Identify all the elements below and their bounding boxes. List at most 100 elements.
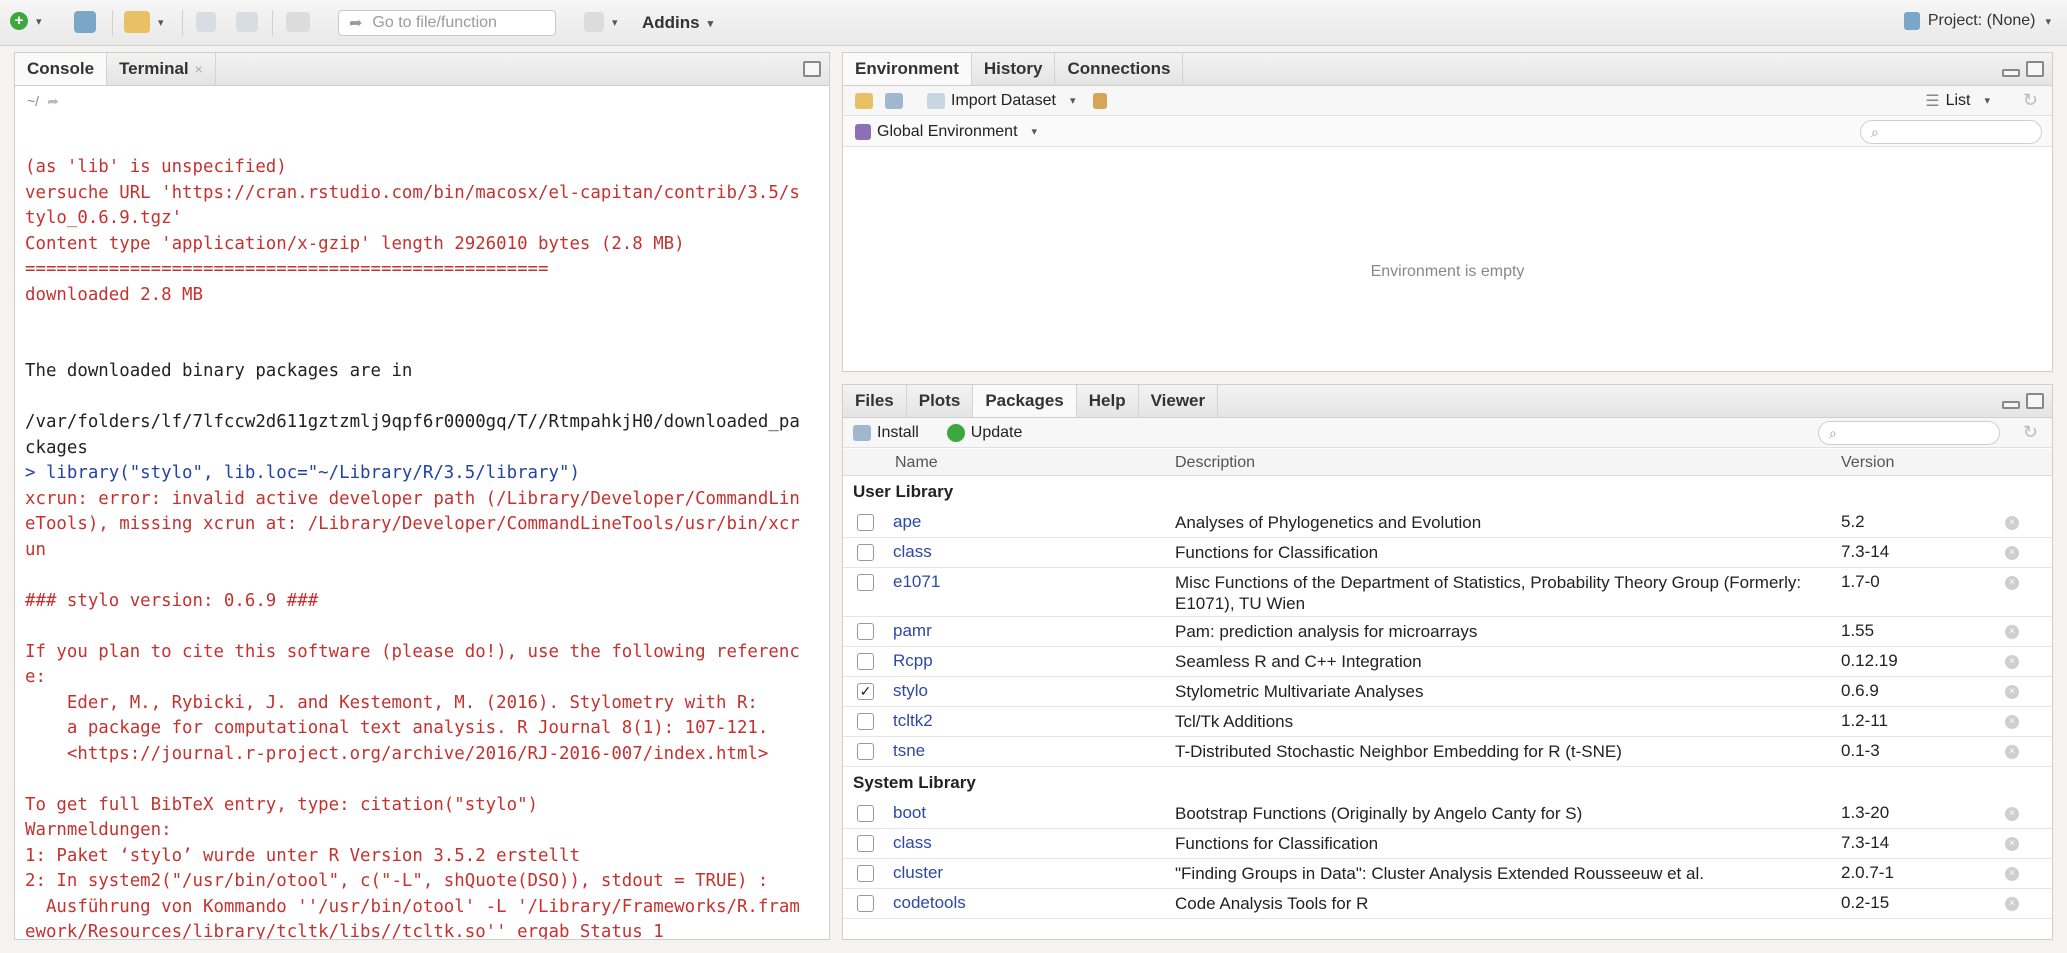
column-header-version[interactable]: Version <box>1841 454 1894 472</box>
tab-connections[interactable]: Connections <box>1055 53 1184 85</box>
package-checkbox[interactable]: ✓ <box>857 683 874 700</box>
package-name-link[interactable]: tcltk2 <box>893 711 933 731</box>
package-checkbox[interactable] <box>857 805 874 822</box>
package-checkbox[interactable] <box>857 743 874 760</box>
remove-package-icon[interactable]: × <box>2005 516 2019 530</box>
maximize-button[interactable] <box>803 61 821 77</box>
remove-package-icon[interactable]: × <box>2005 897 2019 911</box>
package-name-link[interactable]: Rcpp <box>893 651 933 671</box>
chevron-down-icon: ▾ <box>36 15 42 28</box>
save-button[interactable] <box>196 12 216 32</box>
remove-package-icon[interactable]: × <box>2005 867 2019 881</box>
tab-help[interactable]: Help <box>1077 385 1139 417</box>
global-environment-menu[interactable]: Global Environment ▾ <box>855 123 1037 141</box>
remove-package-icon[interactable]: × <box>2005 807 2019 821</box>
tab-environment[interactable]: Environment <box>843 53 972 85</box>
maximize-button[interactable] <box>2026 61 2044 77</box>
new-project-button[interactable] <box>74 11 96 33</box>
environment-search-input[interactable]: ⌕ <box>1860 120 2042 144</box>
install-button[interactable]: Install <box>853 424 919 442</box>
broom-icon[interactable] <box>1093 92 1108 109</box>
package-description: Functions for Classification <box>1175 543 1379 562</box>
column-header-name[interactable]: Name <box>895 454 938 472</box>
package-checkbox[interactable] <box>857 653 874 670</box>
console-tabbar: Console Terminal × <box>15 53 829 86</box>
package-name-link[interactable]: pamr <box>893 621 932 641</box>
minimize-button[interactable] <box>2002 69 2020 77</box>
console-line: downloaded 2.8 MB <box>25 284 203 305</box>
package-checkbox[interactable] <box>857 623 874 640</box>
update-icon <box>946 423 965 442</box>
tab-packages[interactable]: Packages <box>973 385 1077 417</box>
package-checkbox[interactable] <box>857 713 874 730</box>
package-name-link[interactable]: stylo <box>893 681 928 701</box>
console-line: To get full BibTeX entry, type: citation… <box>25 794 539 815</box>
addins-menu[interactable]: Addins ▾ <box>642 13 713 33</box>
close-icon[interactable]: × <box>195 61 203 77</box>
grid-icon <box>584 12 604 32</box>
global-environment-label: Global Environment <box>877 122 1018 140</box>
package-name-link[interactable]: e1071 <box>893 572 940 592</box>
console-line: Ausführung von Kommando ''/usr/bin/otool… <box>25 896 800 917</box>
grid-layout-button[interactable]: ▾ <box>584 12 618 32</box>
save-all-button[interactable] <box>236 12 258 32</box>
package-name-link[interactable]: ape <box>893 512 921 532</box>
open-file-button[interactable]: ▾ <box>124 11 164 33</box>
install-icon <box>853 424 871 441</box>
chevron-down-icon: ▾ <box>1031 126 1038 138</box>
remove-package-icon[interactable]: × <box>2005 745 2019 759</box>
new-file-button[interactable]: + ▾ <box>10 12 42 30</box>
package-name-link[interactable]: class <box>893 833 932 853</box>
install-label: Install <box>877 423 919 441</box>
tab-files[interactable]: Files <box>843 385 907 417</box>
tab-history[interactable]: History <box>972 53 1056 85</box>
window-controls <box>2002 61 2044 77</box>
remove-package-icon[interactable]: × <box>2005 655 2019 669</box>
refresh-icon[interactable]: ↻ <box>2023 422 2038 443</box>
remove-package-icon[interactable]: × <box>2005 625 2019 639</box>
print-button[interactable] <box>286 12 310 32</box>
remove-package-icon[interactable]: × <box>2005 715 2019 729</box>
package-name-link[interactable]: boot <box>893 803 926 823</box>
import-dataset-button[interactable]: Import Dataset ▾ <box>927 92 1075 110</box>
minimize-button[interactable] <box>2002 401 2020 409</box>
tab-viewer[interactable]: Viewer <box>1139 385 1219 417</box>
list-label: List <box>1945 91 1971 109</box>
list-view-button[interactable]: ☰ List ▾ <box>1925 91 1990 111</box>
column-header-description[interactable]: Description <box>1175 454 1255 472</box>
remove-package-icon[interactable]: × <box>2005 546 2019 560</box>
goto-file-input[interactable]: ➦ Go to file/function <box>338 10 556 36</box>
refresh-icon[interactable]: ↻ <box>2023 90 2038 111</box>
package-checkbox[interactable] <box>857 544 874 561</box>
console-output[interactable]: (as 'lib' is unspecified) versuche URL 'h… <box>25 125 825 939</box>
load-workspace-icon[interactable] <box>855 92 873 109</box>
chevron-down-icon: ▾ <box>1984 95 1990 107</box>
package-checkbox[interactable] <box>857 895 874 912</box>
tab-console[interactable]: Console <box>15 53 108 85</box>
tab-plots[interactable]: Plots <box>907 385 974 417</box>
package-name-link[interactable]: tsne <box>893 741 925 761</box>
remove-package-icon[interactable]: × <box>2005 837 2019 851</box>
package-checkbox[interactable] <box>857 865 874 882</box>
package-checkbox[interactable] <box>857 574 874 591</box>
packages-search-input[interactable]: ⌕ <box>1818 421 2000 445</box>
package-name-link[interactable]: cluster <box>893 863 943 883</box>
packages-pane: Files Plots Packages Help Viewer Install… <box>842 384 2053 940</box>
save-workspace-icon[interactable] <box>885 92 903 109</box>
package-checkbox[interactable] <box>857 835 874 852</box>
project-menu[interactable]: Project: (None) ▾ <box>1903 12 2051 30</box>
package-row-cluster: cluster "Finding Groups in Data": Cluster… <box>843 859 2052 889</box>
remove-package-icon[interactable]: × <box>2005 685 2019 699</box>
package-name-link[interactable]: codetools <box>893 893 966 913</box>
package-name-link[interactable]: class <box>893 542 932 562</box>
package-checkbox[interactable] <box>857 514 874 531</box>
update-button[interactable]: Update <box>946 423 1022 442</box>
arrow-right-icon[interactable]: ➦ <box>47 93 59 110</box>
tab-terminal[interactable]: Terminal × <box>107 53 216 85</box>
maximize-button[interactable] <box>2026 393 2044 409</box>
project-icon <box>74 11 96 33</box>
library-group-header: User Library <box>853 482 954 501</box>
remove-package-icon[interactable]: × <box>2005 576 2019 590</box>
package-version: 5.2 <box>1841 512 1865 531</box>
